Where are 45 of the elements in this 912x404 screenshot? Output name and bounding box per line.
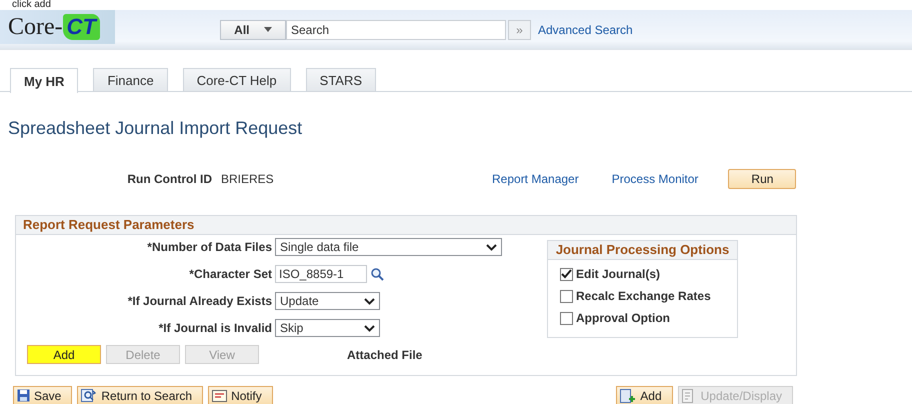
search-field[interactable]: Search [286,20,506,40]
checkbox[interactable] [560,312,573,324]
checkbox[interactable] [560,290,573,302]
page-title: Spreadsheet Journal Import Request [8,118,304,139]
field-value: BRIERES [221,172,275,186]
search-icon[interactable] [370,267,384,281]
logo: Core- CT [0,10,115,44]
input-field[interactable]: ISO_8859-1 [275,265,367,283]
tab[interactable]: My HR [10,68,78,93]
run-button[interactable]: Run [728,169,796,189]
checkbox-label: Recalc Exchange Rates [576,289,711,303]
scope-dropdown[interactable]: All [220,20,286,40]
toolbar-button[interactable]: Return to Search [77,386,204,404]
toolbar-button[interactable]: Save [13,386,72,404]
link[interactable]: Report Manager [492,172,579,186]
tab[interactable]: Finance [93,68,168,92]
tab[interactable]: Core-CT Help [182,68,291,92]
link[interactable]: Process Monitor [612,172,698,186]
caption-text: click add [12,0,52,10]
panel-title: Report Request Parameters [16,216,796,235]
field-label: Run Control ID [126,172,212,186]
chevron-down-icon [364,298,375,304]
dropdown[interactable]: Skip [275,319,380,337]
toolbar-button[interactable]: Notify [208,386,273,404]
checkbox-label: Edit Journal(s) [576,267,660,281]
field-label: *Number of Data Files [146,240,272,254]
column-label: Attached File [347,348,422,362]
chevron-down-icon [364,324,375,332]
caret-icon [264,27,272,32]
field-label: *Character Set [188,267,272,281]
field-label: *If Journal is Invalid [158,321,272,335]
options-title: Journal Processing Options [548,241,737,260]
button[interactable]: Add [27,345,101,364]
toolbar-button[interactable]: Add [616,386,673,404]
magnifier-icon [81,389,98,402]
advanced-search-link[interactable]: Advanced Search [538,22,633,36]
dropdown[interactable]: Update [275,292,380,310]
field-label: *If Journal Already Exists [126,294,272,308]
chevron-down-icon [486,244,497,250]
dropdown[interactable]: Single data file [275,238,502,256]
tab[interactable]: STARS [306,68,376,92]
checkbox-label: Approval Option [576,311,670,325]
add-document-icon [620,388,636,402]
note-icon [212,390,228,402]
checkbox[interactable] [560,268,573,280]
